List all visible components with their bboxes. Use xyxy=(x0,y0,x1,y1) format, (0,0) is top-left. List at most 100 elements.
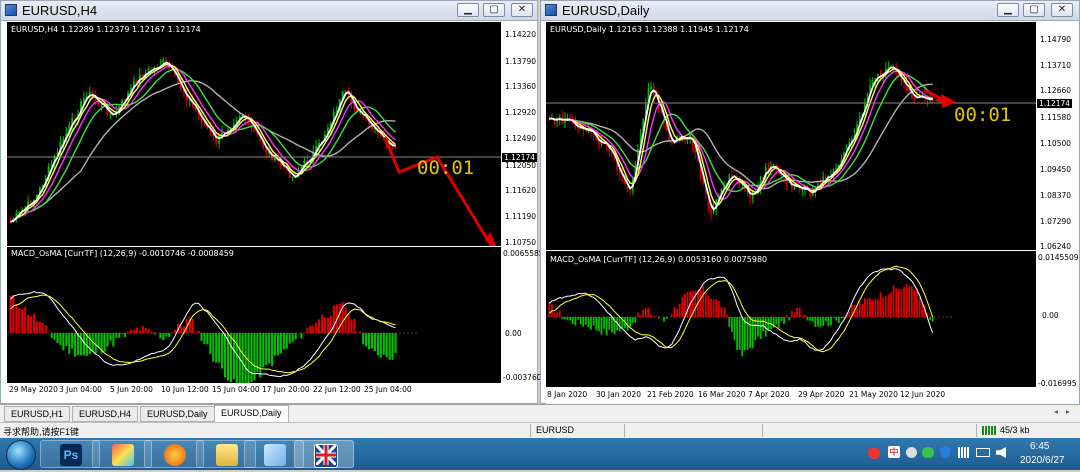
window-title: EURUSD,Daily xyxy=(562,3,649,18)
histogram-bar xyxy=(262,333,264,367)
tray-antivirus-icon[interactable] xyxy=(868,447,880,459)
price-scale[interactable]: 1.14790 1.13710 1.12660 1.12174 1.11580 … xyxy=(1036,22,1079,250)
price-tick: 1.14790 xyxy=(1040,35,1071,44)
tray-chat-icon[interactable] xyxy=(922,447,934,458)
histogram-bar xyxy=(895,288,897,317)
oscillator-panel[interactable]: MACD_OsMA [CurrTF] (12,26,9) -0.0010746 … xyxy=(7,247,501,383)
oscillator-header: MACD_OsMA [CurrTF] (12,26,9) -0.0010746 … xyxy=(11,249,234,258)
start-orb-icon[interactable] xyxy=(6,440,36,470)
histogram-bar xyxy=(569,317,571,320)
histogram-bar xyxy=(567,317,569,320)
oscillator-scale[interactable]: 0.0145509 0.00 -0.016995 xyxy=(1036,251,1079,387)
date-tick: 15 Jun 04:00 xyxy=(212,385,260,394)
taskbar-app-metatrader[interactable] xyxy=(294,440,354,468)
maximize-button[interactable]: ▢ xyxy=(1023,3,1045,17)
histogram-bar xyxy=(684,294,686,317)
chart-window-icon xyxy=(5,4,17,16)
ma-yellow-line xyxy=(11,65,396,222)
histogram-bar xyxy=(760,317,762,339)
tray-shield-icon[interactable] xyxy=(940,446,951,459)
window-titlebar[interactable]: EURUSD,H4 ▁ ▢ ✕ xyxy=(1,1,537,21)
taskbar-app-photoshop[interactable]: Ps xyxy=(40,440,100,468)
clock-time[interactable]: 6:45 xyxy=(1030,441,1049,452)
tray-ime-icon[interactable]: 中 xyxy=(888,446,900,458)
close-button[interactable]: ✕ xyxy=(511,3,533,17)
histogram-bar xyxy=(804,315,806,317)
histogram-bar xyxy=(812,317,814,321)
oscillator-panel[interactable]: MACD_OsMA [CurrTF] (12,26,9) 0.0053160 0… xyxy=(546,251,1036,387)
date-tick: 17 Jun 20:00 xyxy=(262,385,310,394)
histogram-bar xyxy=(739,317,741,350)
histogram-bar xyxy=(783,317,785,324)
minimize-button[interactable]: ▁ xyxy=(457,3,479,17)
histogram-bar xyxy=(608,317,610,330)
tray-keyboard-icon[interactable] xyxy=(976,448,990,457)
time-scale[interactable]: 29 May 2020 3 Jun 04:00 5 Jun 20:00 10 J… xyxy=(7,383,537,403)
close-button[interactable]: ✕ xyxy=(1051,3,1073,17)
histogram-bar xyxy=(595,317,597,330)
time-scale[interactable]: 8 Jan 2020 30 Jan 2020 21 Feb 2020 16 Ma… xyxy=(546,387,1079,404)
histogram-bar xyxy=(215,333,217,363)
price-chart[interactable]: EURUSD,Daily 1.12163 1.12388 1.11945 1.1… xyxy=(546,22,1036,250)
histogram-bar xyxy=(788,317,790,320)
histogram-bar xyxy=(877,300,879,317)
date-tick: 16 Mar 2020 xyxy=(698,390,746,399)
tray-user-icon[interactable] xyxy=(906,447,917,458)
price-chart[interactable]: EURUSD,H4 1.12289 1.12379 1.12167 1.1217… xyxy=(7,22,501,246)
tray-volume-icon[interactable] xyxy=(996,447,1006,458)
price-tick: 1.11580 xyxy=(1040,113,1071,122)
taskbar-app-firefox[interactable] xyxy=(144,440,204,468)
histogram-bar xyxy=(713,299,715,317)
minimize-button[interactable]: ▁ xyxy=(997,3,1019,17)
window-titlebar[interactable]: EURUSD,Daily ▁ ▢ ✕ xyxy=(541,1,1079,21)
status-divider xyxy=(976,424,977,437)
histogram-bar xyxy=(726,314,728,317)
ma-magenta-line xyxy=(11,67,396,222)
histogram-bar xyxy=(56,333,58,343)
histogram-bar xyxy=(900,289,902,317)
histogram-bar xyxy=(300,333,302,339)
tabs-scroll-left-icon[interactable]: ◂ xyxy=(1054,407,1058,416)
chart-window-eurusd-daily[interactable]: EURUSD,Daily ▁ ▢ ✕ EURUSD,Daily 1.12163 … xyxy=(540,0,1080,404)
chart-window-eurusd-h4[interactable]: EURUSD,H4 ▁ ▢ ✕ EURUSD,H4 1.12289 1.1237… xyxy=(0,0,538,404)
tab-eurusd-h1[interactable]: EURUSD,H1 xyxy=(4,406,70,422)
histogram-bar xyxy=(71,333,73,349)
taskbar-app-paint[interactable] xyxy=(92,440,152,468)
histogram-bar xyxy=(33,314,35,333)
histogram-bar xyxy=(386,333,388,357)
tabs-scroll-right-icon[interactable]: ▸ xyxy=(1066,407,1070,416)
histogram-bar xyxy=(21,310,23,333)
price-tick: 1.12920 xyxy=(505,108,536,117)
histogram-bar xyxy=(580,317,582,324)
histogram-bar xyxy=(350,320,352,333)
histogram-bar xyxy=(344,308,346,333)
histogram-bar xyxy=(206,333,208,344)
histogram-bar xyxy=(817,317,819,327)
histogram-bar xyxy=(153,333,155,334)
candle-body xyxy=(671,142,673,143)
histogram-bar xyxy=(585,317,587,325)
maximize-button[interactable]: ▢ xyxy=(483,3,505,17)
tray-network-icon[interactable] xyxy=(958,447,970,458)
price-tick: 1.10500 xyxy=(1040,139,1071,148)
date-tick: 21 May 2020 xyxy=(849,390,898,399)
clock-date[interactable]: 2020/6/27 xyxy=(1020,455,1065,466)
window-title: EURUSD,H4 xyxy=(22,3,97,18)
histogram-bar xyxy=(914,290,916,317)
histogram-bar xyxy=(903,287,905,317)
tab-eurusd-daily-active[interactable]: EURUSD,Daily xyxy=(214,405,289,423)
histogram-bar xyxy=(321,315,323,333)
oscillator-scale[interactable]: 0.0065585 0.00 -0.003760 xyxy=(501,247,537,383)
histogram-bar xyxy=(27,315,29,333)
histogram-bar xyxy=(121,333,123,334)
tab-eurusd-daily[interactable]: EURUSD,Daily xyxy=(140,406,215,422)
bar-timer: 00:01 xyxy=(417,157,474,179)
candle-body xyxy=(221,133,223,135)
price-scale[interactable]: 1.14220 1.13790 1.13360 1.12920 1.12490 … xyxy=(501,22,537,246)
price-tick: 1.12660 xyxy=(1040,86,1071,95)
histogram-bar xyxy=(18,308,20,333)
tab-eurusd-h4[interactable]: EURUSD,H4 xyxy=(72,406,138,422)
firefox-icon xyxy=(164,444,186,466)
date-tick: 8 Jan 2020 xyxy=(547,390,587,399)
histogram-bar xyxy=(371,333,373,348)
